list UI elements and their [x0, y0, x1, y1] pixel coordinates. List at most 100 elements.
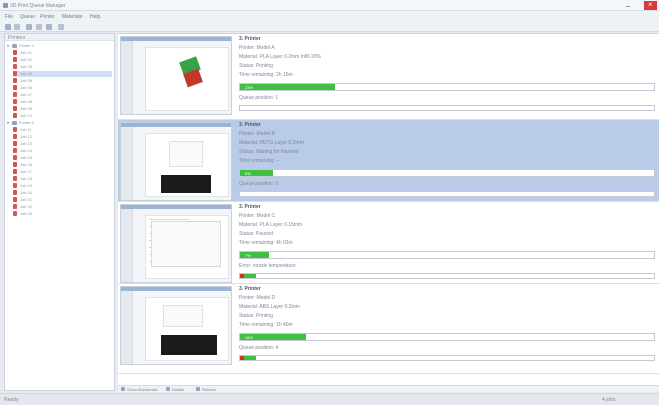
thumbnails-icon [121, 387, 125, 391]
refresh-icon [196, 387, 200, 391]
progress-label: 7% [245, 253, 251, 258]
tree-item[interactable]: Job 13 [13, 141, 112, 147]
job-info: 3. Printer Printer: Model C Material: PLA … [237, 202, 657, 284]
printer-tree: Printers ▾ Printer 1 Job 01 Job 02 Job 03 Job… [4, 33, 115, 391]
job-entry[interactable]: 3. Printer Printer: Model B Material: PETG… [118, 120, 659, 202]
menu-help[interactable]: Help [90, 14, 100, 20]
job-file-icon [13, 78, 17, 83]
tree-item-label: Job 01 [20, 50, 33, 55]
job-file-icon [13, 197, 17, 202]
progress-label: 23% [245, 85, 254, 90]
queue-status: Queue position: 1 [239, 95, 279, 101]
menu-materials[interactable]: Materials [62, 14, 82, 20]
tree-item[interactable]: Job 07 [13, 92, 112, 98]
tree-item[interactable]: Job 01 [13, 50, 112, 56]
view-options-bar: Show thumbnails Details Refresh [118, 385, 659, 392]
job-name: 3. Printer [239, 204, 261, 210]
tree-item[interactable]: Job 15 [13, 155, 112, 161]
thumb-sidebar [121, 41, 133, 114]
job-thumbnail[interactable] [120, 36, 232, 115]
job-entry[interactable]: 3. Printer Printer: Model D Material: ABS … [118, 284, 659, 374]
job-thumbnail[interactable] [120, 204, 232, 283]
details-button[interactable]: Details [172, 387, 184, 392]
tree-item[interactable]: Job 03 [13, 64, 112, 70]
tree-item[interactable]: Job 09 [13, 106, 112, 112]
window-title: 3D Print Queue Manager [10, 3, 66, 9]
tree-item[interactable]: Job 05 [13, 78, 112, 84]
job-thumbnail[interactable] [120, 286, 232, 365]
tree-item[interactable]: Job 19 [13, 183, 112, 189]
tree-item[interactable]: Job 10 [13, 113, 112, 119]
collapse-icon[interactable]: ▾ [7, 44, 11, 48]
minimize-button[interactable] [624, 2, 632, 9]
tree-item[interactable]: Job 21 [13, 197, 112, 203]
play-icon[interactable] [26, 24, 32, 30]
collapse-icon[interactable]: ▾ [7, 121, 11, 125]
menu-file[interactable]: File [5, 14, 13, 20]
tree-group-label: Printer 2 [19, 120, 35, 125]
menu-printer[interactable]: Printer [40, 14, 55, 20]
stop-icon[interactable] [46, 24, 52, 30]
job-thumbnail[interactable] [120, 122, 232, 201]
thumb-titlebar [121, 205, 231, 209]
tree-item-label: Job 18 [20, 176, 33, 181]
job-detail: Material: PETG Layer 0.2mm [239, 140, 304, 146]
thumb-sidebar [121, 209, 133, 282]
tree-item[interactable]: Job 14 [13, 148, 112, 154]
tree-item[interactable]: Job 12 [13, 134, 112, 140]
job-file-icon [13, 190, 17, 195]
progress-fill [240, 84, 336, 90]
tree-item-label: Job 08 [20, 99, 33, 104]
tree-item[interactable]: Job 16 [13, 162, 112, 168]
tree-item-label: Job 09 [20, 106, 33, 111]
tree-group-label: Printer 1 [19, 43, 35, 48]
tree-item-label: Job 22 [20, 204, 33, 209]
tree-item[interactable]: Job 20 [13, 190, 112, 196]
show-thumbnails-button[interactable]: Show thumbnails [127, 387, 157, 392]
printer-icon [12, 121, 17, 125]
job-file-icon [13, 176, 17, 181]
job-file-icon [13, 162, 17, 167]
refresh-button[interactable]: Refresh [202, 387, 216, 392]
menu-bar: File Queue Printer Materials Help [0, 11, 659, 22]
tree-item[interactable]: Job 08 [13, 99, 112, 105]
job-entry[interactable]: 3. Printer Printer: Model A Material: PLA … [118, 34, 659, 120]
pause-icon[interactable] [36, 24, 42, 30]
job-entry[interactable]: 3. Printer Printer: Model C Material: PLA … [118, 202, 659, 284]
tree-item[interactable]: Job 22 [13, 204, 112, 210]
secondary-fill [244, 356, 257, 360]
tree-item[interactable]: Job 11 [13, 127, 112, 133]
close-button[interactable] [644, 0, 657, 10]
dialog-preview [151, 221, 221, 267]
progress-bar: 7% [239, 251, 655, 259]
tree-item[interactable]: Job 04 [13, 71, 112, 77]
job-file-icon [13, 141, 17, 146]
tree-item[interactable]: Job 06 [13, 85, 112, 91]
job-name: 3. Printer [239, 122, 261, 128]
job-file-icon [13, 183, 17, 188]
tree-item-label: Job 17 [20, 169, 33, 174]
progress-bar: 16% [239, 333, 655, 341]
job-file-icon [13, 106, 17, 111]
tree-item-label: Job 16 [20, 162, 33, 167]
progress-bar: 8% [239, 169, 655, 177]
toolbar [0, 22, 659, 32]
tree-item-label: Job 11 [20, 127, 32, 132]
settings-icon[interactable] [58, 24, 64, 30]
menu-queue[interactable]: Queue [20, 14, 35, 20]
job-file-icon [13, 50, 17, 55]
job-list: 3. Printer Printer: Model A Material: PLA … [118, 33, 659, 385]
tree-item-label: Job 15 [20, 155, 33, 160]
tree-group[interactable]: ▾ Printer 1 [7, 43, 112, 49]
tree-item[interactable]: Job 18 [13, 176, 112, 182]
open-icon[interactable] [14, 24, 20, 30]
new-icon[interactable] [5, 24, 11, 30]
job-detail: Status: Waiting for filament [239, 149, 299, 155]
tree-group[interactable]: ▾ Printer 2 [7, 120, 112, 126]
tree-item[interactable]: Job 02 [13, 57, 112, 63]
progress-bar: 23% [239, 83, 655, 91]
tree-item[interactable]: Job 23 [13, 211, 112, 217]
job-detail: Printer: Model C [239, 213, 276, 219]
tree-item-label: Job 20 [20, 190, 33, 195]
tree-item[interactable]: Job 17 [13, 169, 112, 175]
